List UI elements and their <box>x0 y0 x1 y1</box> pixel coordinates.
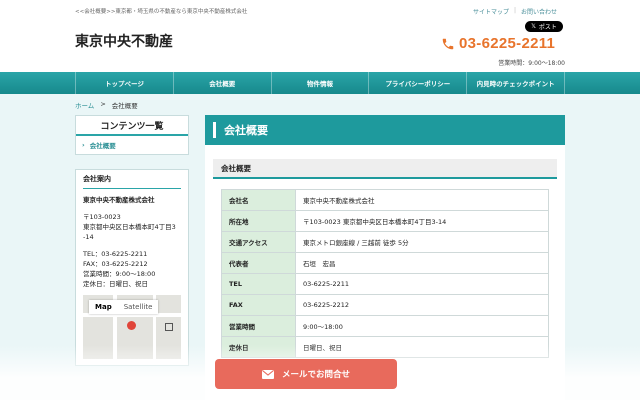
contact-link[interactable]: お問い合わせ <box>516 7 562 16</box>
header-accent-bar <box>213 122 216 138</box>
table-row: TEL 03-6225-2211 <box>221 273 549 295</box>
contents-item-label: 会社概要 <box>89 142 116 150</box>
x-post-button[interactable]: 𝕏 ポスト <box>525 21 563 32</box>
row-label: 所在地 <box>221 210 296 232</box>
table-row: 代表者 石垣 宏昌 <box>221 252 549 274</box>
breadcrumb-current: 会社概要 <box>111 102 138 110</box>
contents-box: コンテンツ一覧 › 会社概要 <box>75 115 189 155</box>
site-header: <<会社概要>>東京都・埼玉県の不動産なら東京中央不動産株式会社 サイトマップ … <box>0 0 640 70</box>
table-row: 定休日 日曜日、祝日 <box>221 336 549 358</box>
nav-properties[interactable]: 物件情報 <box>272 72 370 94</box>
global-nav: トップページ 会社概要 物件情報 プライバシーポリシー 内見時のチェックポイント <box>0 72 640 94</box>
sidebar-hours: 営業時間：9:00〜18:00 <box>83 270 156 278</box>
sidebar-holiday: 定休日：日曜日、祝日 <box>83 280 148 288</box>
breadcrumb-separator: > <box>100 100 106 108</box>
phone-number[interactable]: 03-6225-2211 <box>441 35 555 52</box>
mail-button-label: メールでお問合せ <box>281 370 350 380</box>
site-title[interactable]: 東京中央不動産 <box>75 31 173 51</box>
row-value: 日曜日、祝日 <box>295 336 549 358</box>
row-value: 石垣 宏昌 <box>295 252 549 274</box>
table-row: 交通アクセス 東京メトロ銀座線 / 三越前 徒歩 5分 <box>221 231 549 253</box>
map-pin-icon[interactable] <box>127 321 136 330</box>
table-row: 会社名 東京中央不動産株式会社 <box>221 189 549 211</box>
google-map[interactable]: Map Satellite <box>83 295 181 359</box>
row-value: 東京中央不動産株式会社 <box>295 189 549 211</box>
row-label: 交通アクセス <box>221 231 296 253</box>
nav-company[interactable]: 会社概要 <box>174 72 272 94</box>
breadcrumb-home[interactable]: ホーム <box>75 100 94 110</box>
phone-text: 03-6225-2211 <box>459 35 556 52</box>
business-hours: 営業時間：9:00〜18:00 <box>498 60 565 67</box>
row-value: 03-6225-2211 <box>295 273 549 295</box>
row-value: 9:00〜18:00 <box>295 315 549 337</box>
chevron-right-icon: › <box>82 141 85 149</box>
company-table: 会社名 東京中央不動産株式会社 所在地 〒103-0023 東京都中央区日本橋本町4… <box>221 189 549 358</box>
table-row: 所在地 〒103-0023 東京都中央区日本橋本町4丁目3-14 <box>221 210 549 232</box>
address-line-2: -14 <box>83 233 94 241</box>
nav-privacy[interactable]: プライバシーポリシー <box>369 72 468 94</box>
sitemap-link[interactable]: サイトマップ <box>468 7 514 16</box>
company-info-box: 会社案内 東京中央不動産株式会社 〒103-0023 東京都中央区日本橋本町4丁… <box>75 169 189 366</box>
mail-contact-button[interactable]: メールでお問合せ <box>215 359 397 389</box>
row-label: 定休日 <box>221 336 296 358</box>
x-logo-icon: 𝕏 <box>531 23 536 30</box>
contents-item-company[interactable]: › 会社概要 <box>76 136 188 154</box>
mail-icon <box>261 369 274 379</box>
row-value: 03-6225-2212 <box>295 294 549 316</box>
header-links: サイトマップ | お問い合わせ <box>468 7 562 16</box>
sidebar-tel: TEL：03-6225-2211 <box>83 250 148 258</box>
table-row: FAX 03-6225-2212 <box>221 294 549 316</box>
page-header: 会社概要 <box>205 115 565 145</box>
nav-top[interactable]: トップページ <box>75 72 174 94</box>
contents-title: コンテンツ一覧 <box>76 116 188 136</box>
sidebar: コンテンツ一覧 › 会社概要 会社案内 東京中央不動産株式会社 〒103-002… <box>75 115 189 366</box>
table-row: 営業時間 9:00〜18:00 <box>221 315 549 337</box>
page-title: 会社概要 <box>224 124 268 137</box>
row-value: 〒103-0023 東京都中央区日本橋本町4丁目3-14 <box>295 210 549 232</box>
row-label: 営業時間 <box>221 315 296 337</box>
map-type-tabs: Map Satellite <box>89 300 159 314</box>
row-label: FAX <box>221 294 296 316</box>
company-info-title: 会社案内 <box>83 174 181 189</box>
row-value: 東京メトロ銀座線 / 三越前 徒歩 5分 <box>295 231 549 253</box>
sidebar-fax: FAX：03-6225-2212 <box>83 260 148 268</box>
x-post-label: ポスト <box>538 24 557 31</box>
main-content: 会社概要 会社概要 会社名 東京中央不動産株式会社 所在地 〒103-0023 東京… <box>205 115 565 400</box>
fullscreen-icon[interactable] <box>165 323 173 331</box>
row-label: 会社名 <box>221 189 296 211</box>
section-heading: 会社概要 <box>213 159 557 179</box>
nav-checkpoints[interactable]: 内見時のチェックポイント <box>467 72 565 94</box>
header-crumb: <<会社概要>>東京都・埼玉県の不動産なら東京中央不動産株式会社 <box>75 9 248 15</box>
map-tab[interactable]: Map <box>89 300 118 314</box>
postal-code: 〒103-0023 <box>83 213 121 221</box>
satellite-tab[interactable]: Satellite <box>118 300 159 314</box>
row-label: TEL <box>221 273 296 295</box>
breadcrumb: ホーム > 会社概要 <box>75 100 138 110</box>
address-line-1: 東京都中央区日本橋本町4丁目3 <box>83 223 176 231</box>
phone-icon <box>442 38 454 49</box>
row-label: 代表者 <box>221 252 296 274</box>
company-name: 東京中央不動産株式会社 <box>83 196 155 204</box>
